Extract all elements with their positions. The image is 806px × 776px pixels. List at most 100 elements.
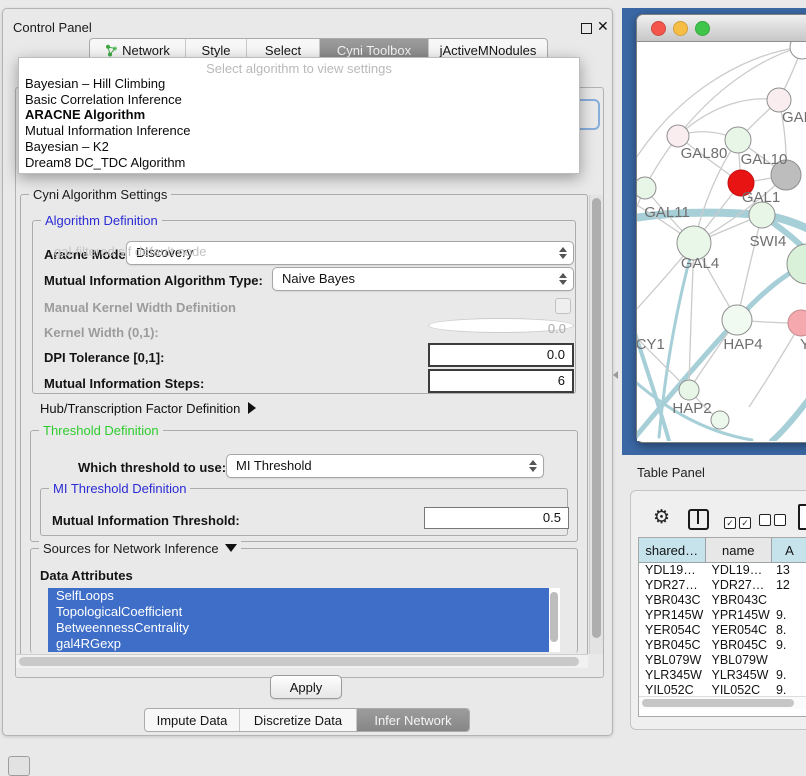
window-title: Control Panel	[13, 20, 92, 35]
network-node-gal10[interactable]	[725, 127, 751, 153]
network-icon	[105, 44, 118, 57]
close-icon[interactable]: ✕	[597, 18, 609, 35]
cyni-settings-legend: Cyni Algorithm Settings	[29, 187, 171, 202]
table-row[interactable]: YBR043CYBR043C	[639, 593, 806, 608]
horizontal-scrollbar[interactable]	[16, 654, 588, 668]
mi-threshold-definition-legend: MI Threshold Definition	[49, 481, 190, 496]
data-attributes-list[interactable]: SelfLoops TopologicalCoefficient Between…	[48, 588, 560, 652]
column-header[interactable]: name	[706, 538, 773, 562]
tab-discretize-data[interactable]: Discretize Data	[240, 709, 357, 731]
kernel-width-field: 0.0	[428, 318, 574, 333]
panel-toggle-button[interactable]	[8, 756, 30, 776]
network-view-window: GAL GAL80 GAL10 GAL1 GAL11 SWI4 GAL4 GCY…	[636, 14, 806, 443]
tab-impute-data[interactable]: Impute Data	[145, 709, 240, 731]
node-label: GAL	[782, 109, 806, 126]
mi-steps-field[interactable]: 6	[428, 369, 574, 393]
network-node[interactable]	[711, 411, 729, 429]
deselect-all-icon[interactable]	[759, 513, 789, 531]
tab-infer-network[interactable]: Infer Network	[357, 709, 469, 731]
which-threshold-label: Which threshold to use:	[78, 460, 226, 475]
node-table: shared… name A YDL19…YDL19…13 YDR27…YDR2…	[638, 537, 806, 717]
mac-close-icon[interactable]	[651, 21, 666, 36]
node-label: SWI4	[750, 233, 787, 250]
network-window-titlebar[interactable]	[637, 15, 806, 42]
popup-item[interactable]: Dream8 DC_TDC Algorithm	[19, 155, 579, 171]
column-layout-icon[interactable]	[688, 509, 709, 530]
manual-kernel-label: Manual Kernel Width Definition	[44, 300, 236, 315]
mi-threshold-field[interactable]: 0.5	[424, 507, 569, 529]
popup-item[interactable]: Bayesian – K2	[19, 139, 579, 155]
table-row[interactable]: YBR045CYBR045C9.	[639, 637, 806, 652]
combo-arrows-icon	[529, 460, 537, 472]
scrollbar-thumb[interactable]	[550, 592, 558, 642]
table-row[interactable]: YER054CYER054C8.	[639, 623, 806, 638]
network-node[interactable]	[788, 310, 806, 336]
list-vertical-scrollbar[interactable]	[549, 588, 560, 652]
list-item[interactable]: BetweennessCentrality	[48, 620, 560, 636]
popup-item[interactable]: Mutual Information Inference	[19, 123, 579, 139]
expand-right-icon	[248, 402, 256, 414]
mac-zoom-icon[interactable]	[695, 21, 710, 36]
algorithm-select-popup: Select algorithm to view settings Bayesi…	[18, 57, 580, 174]
network-node-hap2[interactable]	[679, 380, 699, 400]
combo-arrows-icon	[559, 247, 567, 259]
scrollbar-thumb[interactable]	[592, 198, 601, 638]
popup-placeholder: Select algorithm to view settings	[19, 61, 579, 76]
table-panel-title: Table Panel	[637, 465, 705, 480]
float-window-icon[interactable]	[581, 23, 592, 34]
table-header-row: shared… name A	[639, 538, 806, 563]
node-label: HAP4	[723, 336, 762, 353]
dpi-tolerance-field[interactable]: 0.0	[428, 343, 574, 367]
scrollbar-thumb[interactable]	[642, 699, 794, 707]
hub-section-toggle[interactable]: Hub/Transcription Factor Definition	[40, 401, 256, 416]
vertical-scrollbar[interactable]	[589, 195, 603, 654]
list-item[interactable]: TopologicalCoefficient	[48, 604, 560, 620]
popup-item[interactable]: Basic Correlation Inference	[19, 92, 579, 108]
manual-kernel-checkbox[interactable]	[555, 298, 571, 314]
network-canvas[interactable]: GAL GAL80 GAL10 GAL1 GAL11 SWI4 GAL4 GCY…	[637, 42, 806, 441]
data-table-combo-value: gal-filtered sif default node	[54, 244, 206, 259]
network-node-gal80[interactable]	[667, 125, 689, 147]
node-label: HAP2	[672, 400, 711, 417]
which-threshold-combobox[interactable]: MI Threshold	[226, 454, 544, 478]
node-label: GAL80	[681, 145, 728, 162]
cyni-bottom-tabbar: Impute Data Discretize Data Infer Networ…	[144, 708, 470, 732]
list-item[interactable]: gal4RGexp	[48, 636, 560, 652]
mac-minimize-icon[interactable]	[673, 21, 688, 36]
table-horizontal-scrollbar[interactable]	[639, 696, 806, 709]
network-node-hap4[interactable]	[722, 305, 752, 335]
popup-item[interactable]: Bayesian – Hill Climbing	[19, 76, 579, 92]
algorithm-definition-legend: Algorithm Definition	[41, 213, 162, 228]
node-label: GCY1	[637, 336, 665, 353]
mi-algorithm-type-combobox[interactable]: Naive Bayes	[272, 267, 574, 291]
network-node[interactable]	[790, 42, 806, 59]
list-item[interactable]: SelfLoops	[48, 588, 560, 604]
threshold-definition-legend: Threshold Definition	[39, 423, 163, 438]
node-label: GAL11	[644, 204, 690, 221]
column-header[interactable]: A	[772, 538, 806, 562]
table-row[interactable]: YLR345WYLR345W9.	[639, 667, 806, 682]
table-row[interactable]: YPR145WYPR145W9.	[639, 608, 806, 623]
network-node-gal11[interactable]	[637, 177, 656, 199]
network-node[interactable]	[787, 244, 806, 284]
sources-legend[interactable]: Sources for Network Inference	[39, 541, 241, 556]
gear-icon[interactable]: ⚙	[653, 508, 670, 527]
node-label: GAL4	[681, 255, 719, 272]
column-header[interactable]: shared…	[639, 538, 706, 562]
table-row[interactable]: YBL079WYBL079W	[639, 652, 806, 667]
apply-button[interactable]: Apply	[270, 675, 342, 699]
combo-arrows-icon	[559, 273, 567, 285]
network-graph: GAL GAL80 GAL10 GAL1 GAL11 SWI4 GAL4 GCY…	[637, 42, 806, 441]
table-panel-strip: Table Panel	[622, 455, 806, 490]
scrollbar-thumb[interactable]	[19, 657, 579, 666]
expand-down-icon	[225, 544, 237, 552]
table-row[interactable]: YDR27…YDR27…12	[639, 578, 806, 593]
splitpane-collapse-icon[interactable]	[613, 371, 618, 379]
table-row[interactable]: YIL052CYIL052C9.	[639, 682, 806, 697]
table-body: YDL19…YDL19…13 YDR27…YDR27…12 YBR043CYBR…	[639, 563, 806, 697]
export-table-icon[interactable]	[798, 504, 806, 530]
popup-item-selected[interactable]: ARACNE Algorithm	[19, 107, 579, 123]
select-all-icon[interactable]: ✓✓	[724, 513, 754, 531]
table-row[interactable]: YDL19…YDL19…13	[639, 563, 806, 578]
network-node-labels: GAL GAL80 GAL10 GAL1 GAL11 SWI4 GAL4 GCY…	[637, 109, 806, 417]
